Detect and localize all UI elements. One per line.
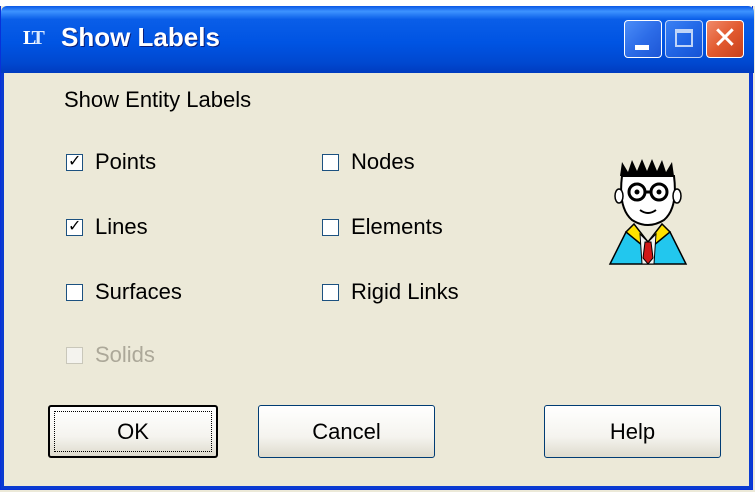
- checkbox-label: Nodes: [351, 149, 415, 174]
- checkbox-label: Elements: [351, 214, 443, 239]
- checkbox-surfaces[interactable]: Surfaces: [66, 279, 182, 305]
- checkbox-box[interactable]: [322, 218, 339, 236]
- cancel-button[interactable]: Cancel: [258, 405, 435, 458]
- ok-button[interactable]: OK: [48, 405, 218, 458]
- focus-rect: [54, 411, 212, 452]
- title-bar[interactable]: LT Show Labels ✕: [1, 6, 754, 73]
- window-title: Show Labels: [61, 22, 220, 52]
- checkbox-rigid-links[interactable]: Rigid Links: [322, 279, 459, 305]
- minimize-button[interactable]: [624, 20, 662, 58]
- maximize-button[interactable]: [665, 20, 703, 58]
- checkbox-label: Surfaces: [95, 279, 182, 304]
- checkbox-lines[interactable]: ✓ Lines: [66, 214, 148, 240]
- help-button-label: Help: [609, 418, 656, 444]
- checkbox-box[interactable]: ✓: [66, 215, 83, 236]
- checkbox-label: Solids: [95, 342, 155, 367]
- checkbox-nodes[interactable]: Nodes: [322, 149, 415, 175]
- app-logo-icon[interactable]: LT: [23, 26, 51, 50]
- minimize-icon: [635, 45, 649, 50]
- checkbox-box[interactable]: [322, 153, 339, 171]
- checkbox-solids: Solids: [66, 342, 155, 368]
- close-icon: ✕: [712, 21, 738, 56]
- checkmark-icon: ✓: [68, 150, 82, 170]
- checkmark-icon: ✓: [68, 215, 82, 235]
- checkbox-elements[interactable]: Elements: [322, 214, 443, 240]
- close-button[interactable]: ✕: [706, 20, 744, 58]
- checkbox-box[interactable]: [66, 283, 83, 301]
- checkbox-label: Rigid Links: [351, 279, 459, 304]
- checkbox-points[interactable]: ✓ Points: [66, 149, 156, 175]
- checkbox-box: [66, 346, 83, 364]
- checkbox-box[interactable]: ✓: [66, 150, 83, 171]
- cancel-button-label: Cancel: [312, 418, 381, 444]
- checkbox-label: Points: [95, 149, 157, 174]
- checkbox-box[interactable]: [322, 283, 339, 301]
- help-button[interactable]: Help: [544, 405, 721, 458]
- maximize-icon: [675, 29, 693, 47]
- checkbox-label: Lines: [95, 214, 148, 239]
- mascot-icon: [608, 159, 688, 265]
- group-label: Show Entity Labels: [64, 87, 252, 112]
